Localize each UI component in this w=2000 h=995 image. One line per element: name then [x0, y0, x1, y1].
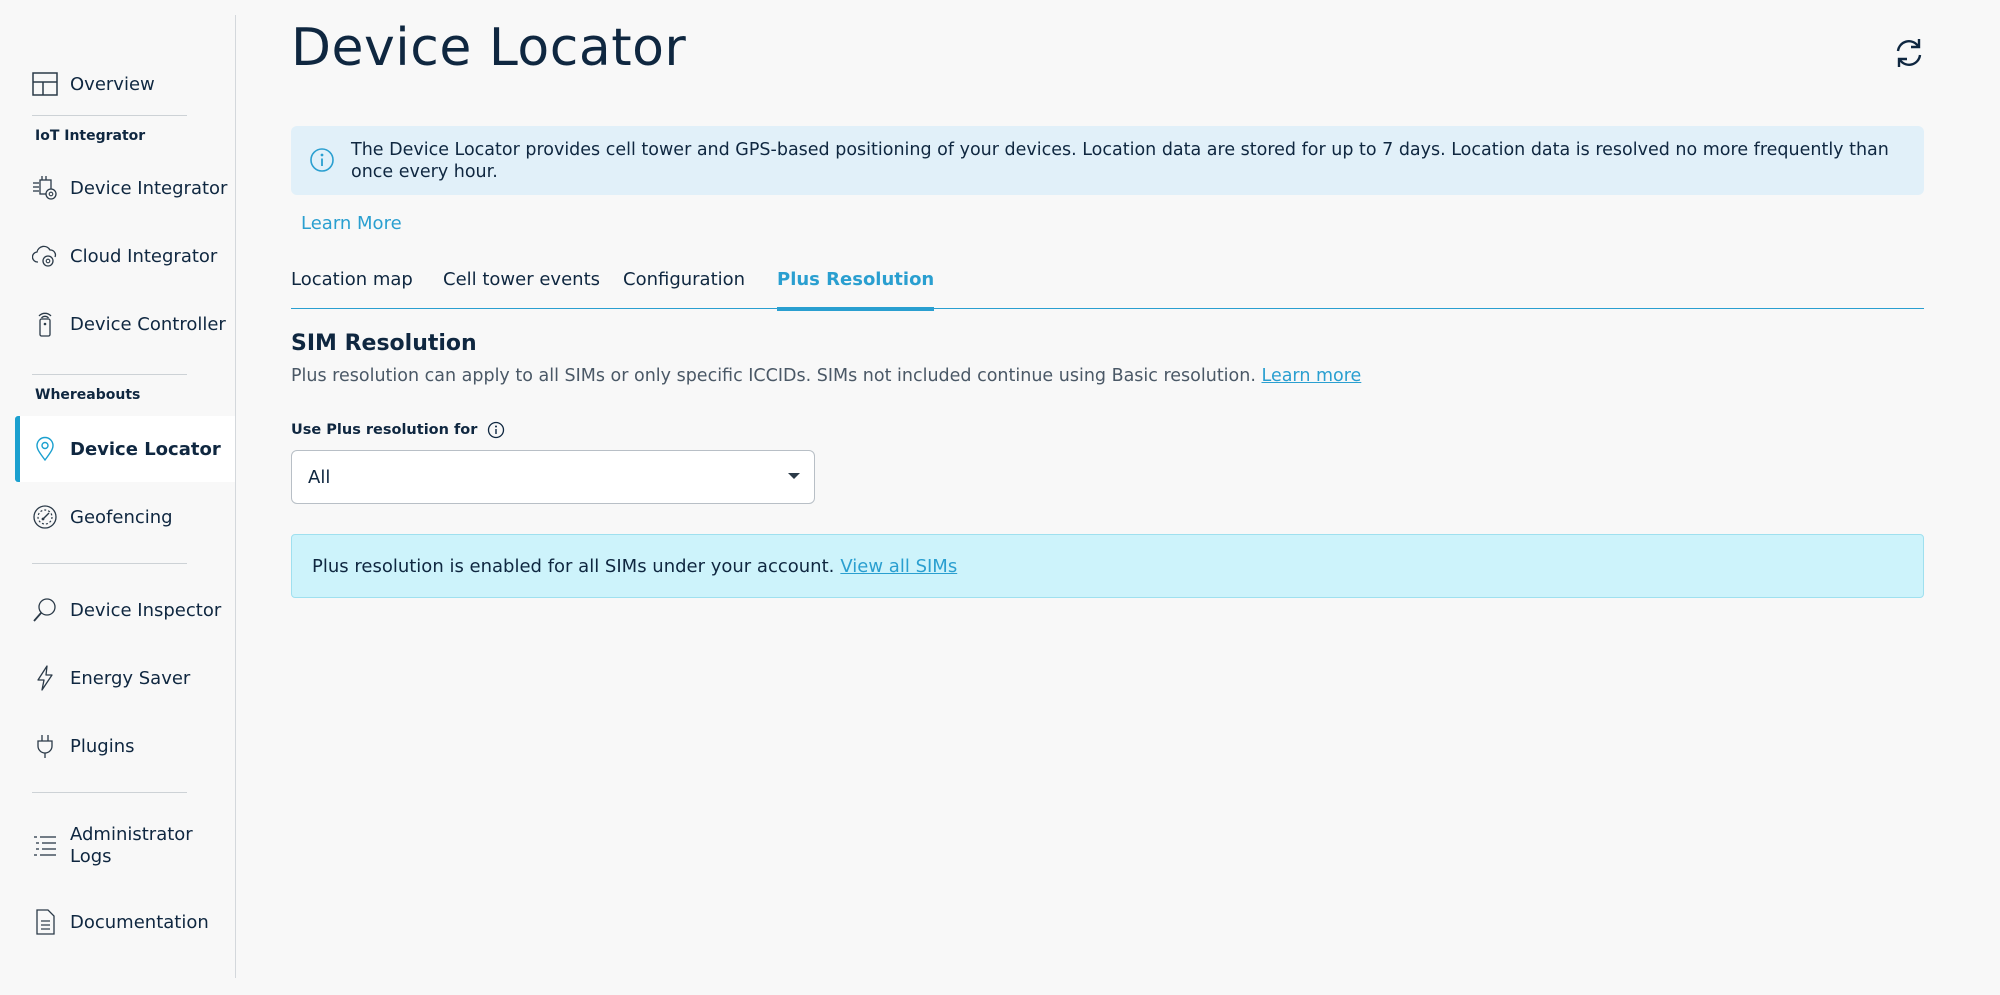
- info-banner-text: The Device Locator provides cell tower a…: [351, 140, 1889, 182]
- magnifier-icon: [32, 597, 58, 623]
- section-label-whereabouts: Whereabouts: [35, 387, 141, 403]
- device-integrator-icon: [32, 175, 58, 201]
- tab-configuration[interactable]: Configuration: [623, 269, 745, 309]
- divider: [32, 115, 187, 116]
- plus-resolution-select[interactable]: All: [291, 450, 815, 504]
- sidebar-item-device-controller[interactable]: Device Controller: [15, 291, 235, 357]
- tab-location-map[interactable]: Location map: [291, 269, 413, 309]
- sidebar-item-label: Plugins: [70, 735, 135, 757]
- sidebar-item-device-locator[interactable]: Device Locator: [15, 416, 235, 482]
- map-pin-icon: [32, 436, 58, 462]
- section-description: Plus resolution can apply to all SIMs or…: [291, 366, 1362, 386]
- sidebar-item-device-integrator[interactable]: Device Integrator: [15, 155, 235, 221]
- divider: [32, 792, 187, 793]
- sidebar-item-energy-saver[interactable]: Energy Saver: [15, 645, 235, 711]
- lightning-icon: [32, 665, 58, 691]
- sidebar-item-label: Device Locator: [70, 438, 221, 460]
- view-all-sims-link[interactable]: View all SIMs: [840, 556, 957, 577]
- sidebar-item-label: Administrator Logs: [70, 824, 193, 867]
- section-title: SIM Resolution: [291, 331, 477, 356]
- select-value: All: [308, 466, 331, 488]
- info-icon[interactable]: [487, 420, 507, 440]
- sidebar-item-geofencing[interactable]: Geofencing: [15, 484, 235, 550]
- sidebar: Overview IoT Integrator Device Integrato…: [0, 15, 236, 978]
- sidebar-item-cloud-integrator[interactable]: Cloud Integrator: [15, 223, 235, 289]
- sidebar-item-label: Device Integrator: [70, 177, 228, 199]
- sidebar-item-overview[interactable]: Overview: [15, 51, 235, 117]
- page-title: Device Locator: [291, 18, 687, 78]
- remote-control-icon: [32, 311, 58, 337]
- refresh-button[interactable]: [1890, 36, 1928, 74]
- sidebar-item-label: Documentation: [70, 911, 209, 933]
- plug-icon: [32, 733, 58, 759]
- sidebar-item-device-inspector[interactable]: Device Inspector: [15, 577, 235, 643]
- info-banner: The Device Locator provides cell tower a…: [291, 126, 1924, 195]
- status-banner: Plus resolution is enabled for all SIMs …: [291, 534, 1924, 598]
- sidebar-item-documentation[interactable]: Documentation: [15, 889, 235, 955]
- tab-bar: Location map Cell tower events Configura…: [291, 263, 1924, 311]
- sidebar-item-label: Device Controller: [70, 313, 226, 335]
- section-label-iot-integrator: IoT Integrator: [35, 128, 146, 144]
- sidebar-item-administrator-logs[interactable]: Administrator Logs: [15, 813, 235, 879]
- list-icon: [32, 833, 58, 859]
- layout-icon: [32, 71, 58, 97]
- geofence-icon: [32, 504, 58, 530]
- sidebar-item-label: Cloud Integrator: [70, 245, 218, 267]
- document-icon: [32, 909, 58, 935]
- learn-more-link[interactable]: Learn More: [301, 213, 402, 234]
- divider: [32, 374, 187, 375]
- cloud-gear-icon: [32, 243, 58, 269]
- sidebar-item-label: Device Inspector: [70, 599, 222, 621]
- tab-cell-tower-events[interactable]: Cell tower events: [443, 269, 600, 309]
- info-icon: [309, 147, 335, 173]
- sidebar-item-label: Overview: [70, 73, 155, 95]
- learn-more-link[interactable]: Learn more: [1262, 366, 1362, 386]
- tab-plus-resolution[interactable]: Plus Resolution: [777, 269, 935, 311]
- sidebar-item-label: Energy Saver: [70, 667, 191, 689]
- sidebar-item-label: Geofencing: [70, 506, 173, 528]
- sidebar-item-plugins[interactable]: Plugins: [15, 713, 235, 779]
- refresh-icon: [1892, 36, 1926, 74]
- divider: [32, 563, 187, 564]
- status-banner-text: Plus resolution is enabled for all SIMs …: [312, 555, 835, 577]
- field-label: Use Plus resolution for: [291, 420, 507, 440]
- caret-down-icon: [788, 473, 800, 479]
